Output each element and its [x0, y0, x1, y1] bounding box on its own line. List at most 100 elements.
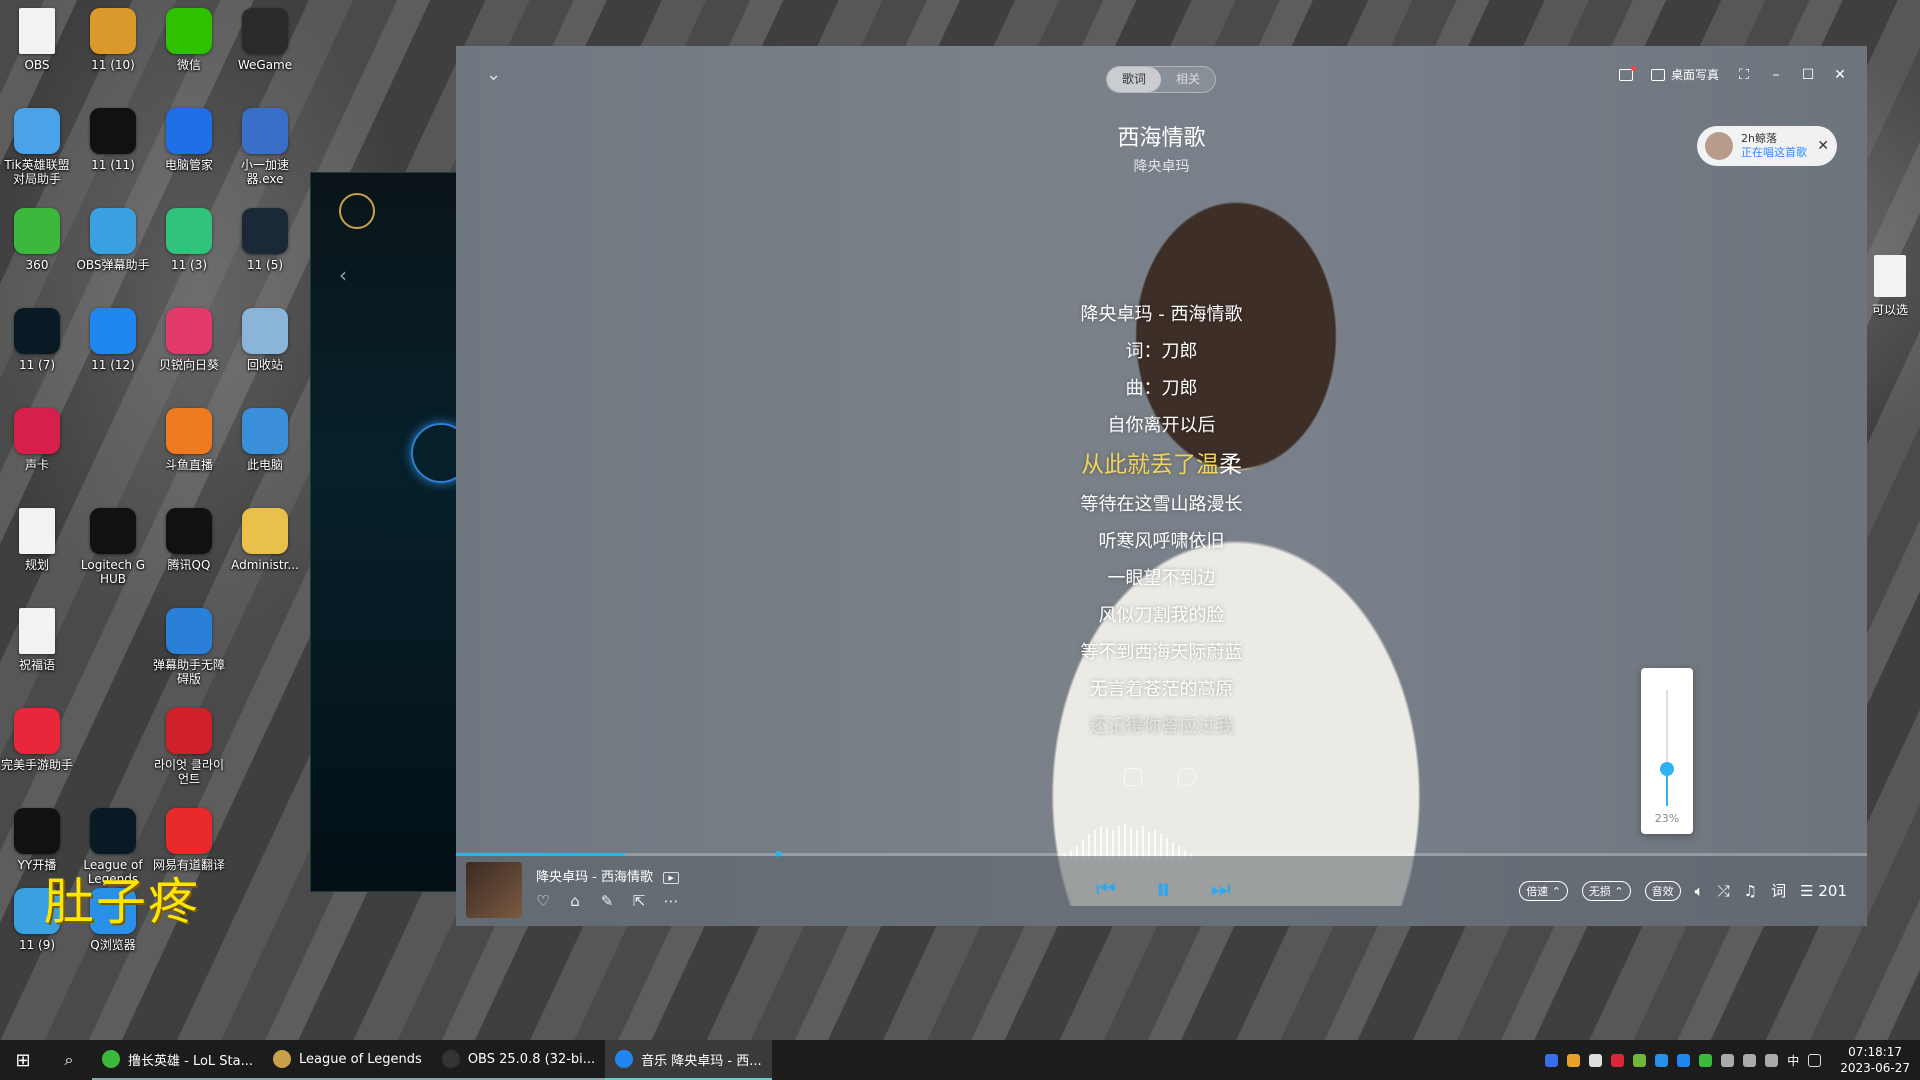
mail-icon[interactable] [1618, 65, 1636, 81]
tab-lyrics[interactable]: 歌词 [1107, 67, 1161, 92]
desktop-icon[interactable]: 声卡 [0, 408, 74, 472]
pin-icon[interactable] [1178, 768, 1196, 786]
share-icon[interactable]: ⇱ [630, 892, 648, 910]
playlist-button[interactable]: ☰ 201 [1800, 882, 1847, 900]
now-playing-title[interactable]: 降央卓玛 - 西海情歌 [536, 870, 653, 885]
effect-button[interactable]: 音效 [1644, 880, 1681, 901]
lyric-line[interactable]: 曲：刀郎 [456, 370, 1867, 407]
nvidia-tray-icon[interactable] [1633, 1053, 1647, 1067]
volume-knob[interactable] [1660, 762, 1674, 777]
lyric-line[interactable]: 等待在这雪山路漫长 [456, 486, 1867, 523]
desktop-icon[interactable]: 11 (3) [152, 208, 226, 272]
desktop-icon[interactable]: 11 (11) [76, 108, 150, 172]
lyric-line[interactable]: 降央卓玛 - 西海情歌 [456, 296, 1867, 333]
lyric-line[interactable]: 等不到西海天际蔚蓝 [456, 634, 1867, 671]
collapse-chevron-icon[interactable]: ⌄ [486, 64, 501, 85]
desktop-icon[interactable]: 此电脑 [228, 408, 302, 472]
desktop-icon[interactable]: 回收站 [228, 308, 302, 372]
desktop-icon[interactable]: Administr... [228, 508, 302, 572]
desktop-icon[interactable]: 弹幕助手无障碍版 [152, 608, 226, 686]
desktop-icon[interactable]: 小一加速器.exe [228, 108, 302, 186]
fullscreen-icon[interactable]: ⛶ [1737, 67, 1751, 83]
taskbar-item[interactable]: OBS 25.0.8 (32-bi... [431, 1040, 606, 1080]
desktop-icon[interactable]: 360 [0, 208, 74, 272]
lyric-line[interactable]: 词：刀郎 [456, 333, 1867, 370]
desktop-icon-file-right[interactable]: 可以选 [1860, 255, 1920, 318]
desktop-icon[interactable]: 11 (12) [76, 308, 150, 372]
film-icon[interactable] [1124, 768, 1142, 786]
speaker-icon[interactable] [1765, 1053, 1779, 1067]
desktop-icon[interactable]: 规划 [0, 508, 74, 572]
taskbar-item[interactable]: 音乐 降央卓玛 - 西... [605, 1040, 772, 1080]
user-folder-icon [242, 508, 288, 554]
ime-indicator[interactable]: 中 [1787, 1052, 1799, 1069]
speed-button[interactable]: 倍速 ⌃ [1519, 880, 1568, 901]
desktop-icon[interactable]: WeGame [228, 8, 302, 72]
search-icon[interactable]: ⌕ [46, 1040, 92, 1080]
desktop-icon[interactable]: 11 (5) [228, 208, 302, 272]
windows-start-icon[interactable]: ⊞ [0, 1040, 46, 1080]
lol-client-window[interactable]: ‹ [310, 172, 471, 892]
headphones-icon[interactable]: ♫ [1744, 882, 1757, 900]
desktop-icon[interactable]: 斗鱼直播 [152, 408, 226, 472]
desktop-icon[interactable]: 贝锐向日葵 [152, 308, 226, 372]
shield-tray-icon[interactable] [1545, 1053, 1559, 1067]
steam-tray-icon[interactable] [1655, 1053, 1669, 1067]
lyric-line[interactable]: 自你离开以后 [456, 407, 1867, 444]
desktop-icon[interactable]: 라이엇 클라이언트 [152, 708, 226, 786]
volume-icon[interactable]: 🔈︎ [1695, 882, 1704, 900]
mv-icon[interactable]: ▶ [663, 871, 680, 884]
next-icon[interactable]: ⏭ [1211, 877, 1231, 902]
minimize-icon[interactable]: – [1769, 67, 1783, 83]
more-icon[interactable]: ⋯ [662, 892, 680, 910]
desktop-icon[interactable]: OBS弹幕助手 [76, 208, 150, 272]
heart-icon[interactable]: ♡ [534, 892, 552, 910]
desktop-icon[interactable]: Logitech G HUB [76, 508, 150, 586]
file-icon [19, 508, 55, 554]
listener-text: 2h鲸落 正在唱这首歌 [1741, 132, 1809, 160]
desktop-icon[interactable]: Tik英雄联盟对局助手 [0, 108, 74, 186]
gift-icon[interactable]: ⌂ [566, 892, 584, 910]
network-icon[interactable] [1743, 1053, 1757, 1067]
desktop-icon[interactable]: 11 (10) [76, 8, 150, 72]
album-cover[interactable] [466, 862, 522, 918]
app-tray-icon[interactable] [1611, 1053, 1625, 1067]
desktop-icon-label: 11 (3) [170, 258, 208, 272]
pause-icon[interactable]: ⏸ [1156, 872, 1171, 907]
chrome-tray-icon[interactable] [1567, 1053, 1581, 1067]
taskbar-item[interactable]: League of Legends [263, 1040, 432, 1080]
listener-card[interactable]: 2h鲸落 正在唱这首歌 ✕ [1697, 126, 1837, 166]
tab-related[interactable]: 相关 [1161, 67, 1215, 92]
previous-icon[interactable]: ⏮ [1096, 877, 1116, 902]
lyric-line[interactable]: 风似刀割我的脸 [456, 597, 1867, 634]
desktop-icon[interactable]: OBS [0, 8, 74, 72]
current-lyric-line[interactable]: 从此就丢了温柔 [456, 444, 1867, 486]
mic-tray-icon[interactable] [1721, 1053, 1735, 1067]
desktop-icon[interactable]: 腾讯QQ [152, 508, 226, 572]
desktop-icon[interactable]: 祝福语 [0, 608, 74, 672]
back-arrow-icon[interactable]: ‹ [339, 263, 347, 287]
comment-icon[interactable]: ✎ [598, 892, 616, 910]
quality-button[interactable]: 无损 ⌃ [1581, 880, 1631, 901]
desktop-icon-label: 11 (7) [18, 358, 56, 372]
lyric-line[interactable]: 听寒风呼啸依旧 [456, 523, 1867, 560]
desktop-icon[interactable]: 11 (7) [0, 308, 74, 372]
shuffle-icon[interactable]: ⤮ [1718, 882, 1730, 900]
maximize-icon[interactable]: ☐ [1801, 67, 1815, 83]
close-icon[interactable]: ✕ [1833, 67, 1847, 83]
taskbar-item[interactable]: 撸长英雄 - LoL Sta... [92, 1040, 264, 1080]
lyric-line[interactable]: 一眼望不到边 [456, 560, 1867, 597]
clock[interactable]: 07:18:17 2023-06-27 [1840, 1044, 1910, 1076]
close-icon[interactable]: ✕ [1817, 138, 1829, 154]
lyrics-toggle-button[interactable]: 词 [1771, 880, 1786, 901]
desktop-icon[interactable]: 完美手游助手 [0, 708, 74, 772]
wechat-tray-icon[interactable] [1699, 1053, 1713, 1067]
obs-icon [441, 1050, 460, 1068]
desktop-icon[interactable]: 微信 [152, 8, 226, 72]
keyboard-icon[interactable] [1808, 1053, 1822, 1067]
desktop-icon[interactable]: 电脑管家 [152, 108, 226, 172]
song-artist[interactable]: 降央卓玛 [456, 156, 1867, 176]
obs-tray-icon[interactable] [1589, 1053, 1603, 1067]
desktop-portrait-button[interactable]: 桌面写真 [1650, 66, 1719, 83]
kugou-tray-icon[interactable] [1677, 1053, 1691, 1067]
